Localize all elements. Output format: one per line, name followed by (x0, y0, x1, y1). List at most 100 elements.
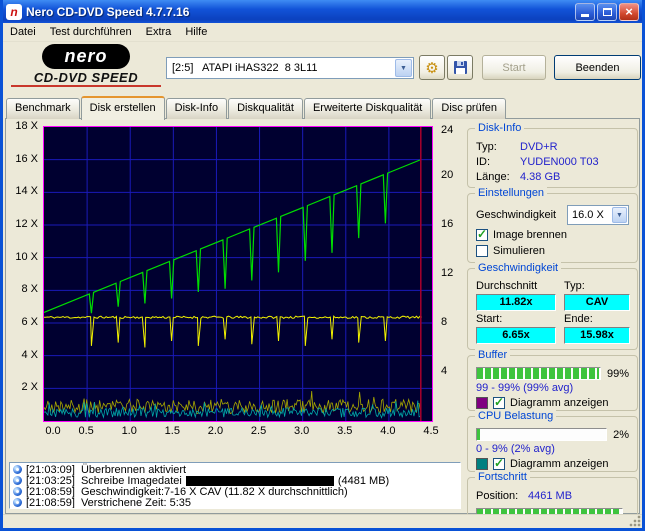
buffer-range-text: 99 - 99% (99% avg) (476, 382, 629, 394)
chevron-down-icon[interactable]: ▼ (395, 59, 412, 77)
log-entry[interactable]: [21:08:59] Geschwindigkeit:7-16 X CAV (1… (13, 486, 457, 497)
disk-info-title: Disk-Info (475, 122, 524, 134)
titlebar[interactable]: n Nero CD-DVD Speed 4.7.7.16 × (3, 0, 642, 23)
statusbar (3, 514, 642, 528)
start-button[interactable]: Start (482, 55, 546, 80)
axis-tick-label: 20 (441, 169, 453, 181)
log-entry[interactable]: [21:08:59] Verstrichene Zeit: 5:35 (13, 497, 457, 508)
axis-tick-label: 4 X (21, 349, 38, 361)
axis-tick-label: 10 X (15, 251, 38, 263)
position-value: 4461 MB (528, 489, 572, 504)
axis-tick-label: 3.0 (290, 425, 314, 437)
beenden-button[interactable]: Beenden (554, 55, 641, 80)
right-panel: Disk-Info Typ:DVD+R ID:YUDEN000 T03 Läng… (467, 128, 638, 530)
tab-disc-pruefen[interactable]: Disc prüfen (432, 98, 506, 119)
buffer-percent: 99% (607, 368, 629, 380)
y-axis-left: 18 X16 X14 X12 X10 X8 X6 X4 X2 X (9, 126, 40, 422)
window-title: Nero CD-DVD Speed 4.7.7.16 (26, 5, 573, 19)
axis-tick-label: 24 (441, 124, 453, 136)
image-brennen-checkbox[interactable] (476, 229, 488, 241)
typ-label: Typ: (564, 280, 630, 292)
buffer-diagramm-checkbox[interactable] (493, 397, 505, 409)
speed-dropdown[interactable]: 16.0 X ▼ (567, 205, 629, 225)
einstellungen-title: Einstellungen (475, 187, 547, 199)
axis-tick-label: 1.0 (117, 425, 141, 437)
buffer-progressbar (476, 367, 601, 380)
laenge-label: Länge: (476, 170, 520, 185)
tab-disk-erstellen[interactable]: Disk erstellen (81, 96, 165, 120)
burn-speed-chart (44, 127, 432, 421)
floppy-icon (453, 60, 468, 75)
menu-hilfe[interactable]: Hilfe (178, 24, 214, 40)
id-value: YUDEN000 T03 (520, 155, 599, 170)
axis-tick-label: 8 (441, 316, 447, 328)
buffer-title: Buffer (475, 349, 510, 361)
y-axis-right: 2420161284 (437, 126, 463, 422)
axis-tick-label: 2.0 (203, 425, 227, 437)
axis-tick-label: 8 X (21, 283, 38, 295)
geschwindigkeit-title: Geschwindigkeit (475, 262, 561, 274)
minimize-button[interactable] (575, 3, 595, 21)
typ-value: CAV (564, 294, 630, 311)
cpu-diagramm-label: Diagramm anzeigen (510, 458, 608, 470)
typ-label: Typ: (476, 140, 520, 155)
log-entry[interactable]: [21:03:25] Schreibe Imagedatei (4481 MB) (13, 475, 457, 486)
cpu-percent: 2% (613, 429, 629, 441)
nero-logo-text: nero (42, 44, 130, 69)
tab-disk-info[interactable]: Disk-Info (166, 98, 227, 119)
log-listbox[interactable]: [21:03:09] Überbrennen aktiviert [21:03:… (9, 462, 461, 509)
save-button[interactable] (447, 55, 473, 80)
tab-bar: Benchmark Disk erstellen Disk-Info Diskq… (6, 96, 507, 119)
drive-selector[interactable]: [2:5] ATAPI iHAS322 8 3L11 ▼ (166, 57, 414, 79)
menubar: Datei Test durchführen Extra Hilfe (3, 23, 642, 42)
tab-diskqualitaet[interactable]: Diskqualität (228, 98, 303, 119)
axis-tick-label: 12 X (15, 218, 38, 230)
simulieren-checkbox[interactable] (476, 245, 488, 257)
log-timestamp: [21:08:59] (26, 497, 75, 509)
speed-dropdown-value: 16.0 X (568, 209, 612, 221)
resize-grip[interactable] (629, 515, 641, 527)
axis-tick-label: 14 X (15, 185, 38, 197)
start-label: Start: (476, 313, 556, 325)
options-button[interactable]: ⚙ (419, 55, 445, 80)
axis-tick-label: 0.0 (41, 425, 65, 437)
x-axis: 0.00.51.01.52.02.53.03.54.04.5 (43, 425, 435, 439)
menu-extra[interactable]: Extra (139, 24, 179, 40)
axis-tick-label: 3.5 (333, 425, 357, 437)
axis-tick-label: 2.5 (247, 425, 271, 437)
ende-value: 15.98x (564, 327, 630, 344)
app-window: n Nero CD-DVD Speed 4.7.7.16 × Datei Tes… (0, 0, 645, 531)
simulieren-label: Simulieren (493, 245, 545, 257)
tab-erweiterte-diskqualitaet[interactable]: Erweiterte Diskqualität (304, 98, 431, 119)
durchschnitt-label: Durchschnitt (476, 280, 556, 292)
log-disc-icon (13, 465, 22, 474)
gear-icon: ⚙ (425, 59, 438, 77)
axis-tick-label: 0.5 (74, 425, 98, 437)
einstellungen-groupbox: Einstellungen Geschwindigkeit 16.0 X ▼ I… (467, 193, 638, 263)
id-label: ID: (476, 155, 520, 170)
cpu-diagramm-checkbox[interactable] (493, 458, 505, 470)
maximize-button[interactable] (597, 3, 617, 21)
close-icon: × (625, 5, 633, 18)
axis-tick-label: 6 X (21, 316, 38, 328)
menu-datei[interactable]: Datei (3, 24, 43, 40)
menu-test-durchfuehren[interactable]: Test durchführen (43, 24, 139, 40)
drive-selector-value: [2:5] ATAPI iHAS322 8 3L11 (167, 62, 395, 74)
log-disc-icon (13, 487, 22, 496)
chevron-down-icon[interactable]: ▼ (612, 207, 627, 223)
close-button[interactable]: × (619, 3, 639, 21)
axis-tick-label: 4 (441, 365, 447, 377)
cpu-title: CPU Belastung (475, 410, 556, 422)
buffer-diagramm-label: Diagramm anzeigen (510, 397, 608, 409)
geschwindigkeit-label: Geschwindigkeit (476, 209, 556, 221)
ende-label: Ende: (564, 313, 630, 325)
tab-benchmark[interactable]: Benchmark (6, 98, 80, 119)
log-disc-icon (13, 476, 22, 485)
axis-tick-label: 16 (441, 218, 453, 230)
cpu-range-text: 0 - 9% (2% avg) (476, 443, 629, 455)
axis-tick-label: 4.0 (376, 425, 400, 437)
axis-tick-label: 4.5 (419, 425, 443, 437)
log-entry[interactable]: [21:03:09] Überbrennen aktiviert (13, 464, 457, 475)
durchschnitt-value: 11.82x (476, 294, 556, 311)
cpu-color-swatch (476, 458, 488, 470)
